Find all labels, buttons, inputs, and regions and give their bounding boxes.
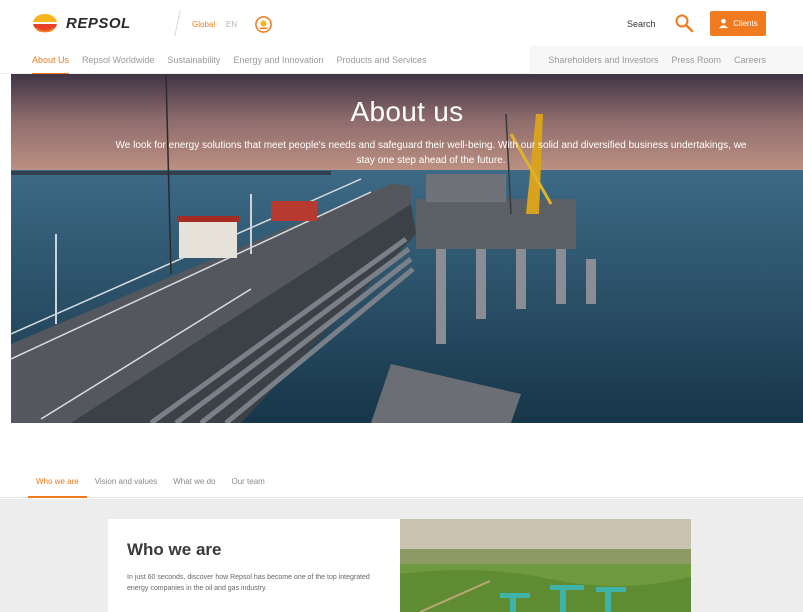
nav-item-careers[interactable]: Careers (734, 46, 766, 74)
clients-label: Clients (733, 19, 758, 28)
main-nav: About Us Repsol Worldwide Sustainability… (0, 46, 803, 75)
tab-our-team[interactable]: Our team (224, 470, 273, 498)
header-divider (174, 10, 181, 36)
nav-item-sustainability[interactable]: Sustainability (167, 46, 220, 74)
lang-en-link[interactable]: EN (226, 20, 237, 29)
search-icon[interactable] (674, 13, 694, 33)
who-we-are-card: Who we are In just 60 seconds, discover … (108, 519, 400, 612)
tab-what-we-do[interactable]: What we do (165, 470, 223, 498)
nav-item-repsol-worldwide[interactable]: Repsol Worldwide (82, 46, 154, 74)
nav-item-energy-innovation[interactable]: Energy and Innovation (233, 46, 323, 74)
repsol-logo-icon (33, 14, 57, 33)
hero-subtitle: We look for energy solutions that meet p… (115, 140, 747, 166)
repsol-logo[interactable]: REPSOL (30, 12, 131, 34)
brand-name: REPSOL (66, 14, 131, 32)
pumpjack-field-video-thumbnail[interactable] (400, 519, 691, 612)
sun-badge-icon[interactable] (254, 15, 273, 34)
card-title: Who we are (127, 540, 222, 559)
hero-title: About us (350, 96, 464, 127)
clients-button[interactable]: Clients (710, 11, 766, 36)
tab-who-we-are[interactable]: Who we are (28, 470, 87, 498)
lang-global-link[interactable]: Global (192, 20, 215, 29)
card-text: In just 60 seconds, discover how Repsol … (127, 574, 370, 592)
top-bar: REPSOL Global EN Search Clients (0, 0, 803, 46)
nav-item-press-room[interactable]: Press Room (671, 46, 721, 74)
nav-item-shareholders[interactable]: Shareholders and Investors (548, 46, 658, 74)
section-tabs: Who we are Vision and values What we do … (0, 470, 803, 498)
search-label[interactable]: Search (627, 19, 656, 29)
nav-item-products-services[interactable]: Products and Services (337, 46, 427, 74)
clients-icon (719, 18, 729, 29)
hero-banner: About us We look for energy solutions th… (11, 74, 803, 423)
landscape-image (400, 519, 691, 612)
nav-item-about-us[interactable]: About Us (32, 46, 70, 75)
tab-vision-values[interactable]: Vision and values (87, 470, 166, 498)
